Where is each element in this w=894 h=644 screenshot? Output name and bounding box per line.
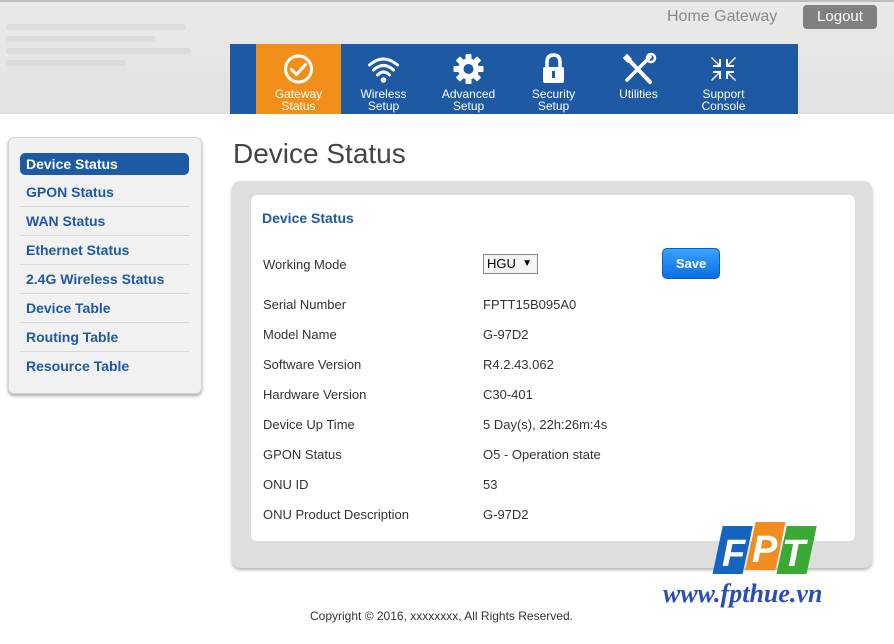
nav-wireless-setup[interactable]: Wireless Setup: [341, 44, 426, 114]
check-circle-icon: [284, 54, 313, 84]
caret-down-icon: ▼: [522, 258, 532, 269]
sidebar-item-ethernet-status[interactable]: Ethernet Status: [20, 236, 189, 265]
device-status-card: Device Status Working Mode HGU ▼ Save Se…: [251, 195, 855, 541]
sidebar-item-wan-status[interactable]: WAN Status: [20, 207, 189, 236]
device-up-time-label: Device Up Time: [263, 417, 355, 432]
gpon-status-label: GPON Status: [263, 447, 342, 462]
gpon-status-value: O5 - Operation state: [483, 447, 601, 462]
nav-label: Setup: [452, 99, 485, 113]
nav-security-setup[interactable]: Security Setup: [511, 44, 596, 114]
page-title: Device Status: [233, 138, 406, 169]
working-mode-label: Working Mode: [263, 257, 347, 272]
compress-arrows-icon: [711, 57, 736, 81]
tools-icon: [622, 52, 657, 84]
sidebar-item-wireless-status[interactable]: 2.4G Wireless Status: [20, 265, 189, 294]
svg-text:P: P: [752, 529, 778, 571]
onu-product-description-label: ONU Product Description: [263, 507, 409, 522]
hardware-version-label: Hardware Version: [263, 387, 367, 402]
nav-utilities[interactable]: Utilities: [596, 44, 681, 114]
serial-number-label: Serial Number: [263, 297, 347, 312]
copyright: Copyright © 2016, xxxxxxxx, All Rights R…: [310, 609, 573, 623]
sidebar-item-routing-table[interactable]: Routing Table: [20, 323, 189, 352]
nav-label: Console: [701, 99, 746, 113]
sidebar-item-device-status[interactable]: Device Status: [20, 153, 189, 175]
content-panel: Device Status Working Mode HGU ▼ Save Se…: [232, 181, 872, 568]
logout-button[interactable]: Logout: [803, 5, 877, 29]
serial-number-value: FPTT15B095A0: [483, 297, 577, 312]
fpt-logo: F P T: [712, 522, 817, 575]
svg-text:T: T: [782, 533, 808, 575]
gear-icon: [453, 54, 484, 84]
nav-advanced-setup[interactable]: Advanced Setup: [426, 44, 511, 114]
onu-product-description-value: G-97D2: [483, 507, 529, 522]
model-name-label: Model Name: [263, 327, 337, 342]
sidebar-item-resource-table[interactable]: Resource Table: [20, 352, 189, 381]
onu-id-label: ONU ID: [263, 477, 309, 492]
model-name-value: G-97D2: [483, 327, 529, 342]
software-version-label: Software Version: [263, 357, 362, 372]
working-mode-value: HGU: [487, 256, 516, 271]
nav-label: Utilities: [619, 87, 658, 101]
nav-support-console[interactable]: Support Console: [681, 44, 766, 114]
sidebar-item-gpon-status[interactable]: GPON Status: [20, 178, 189, 207]
sidebar-item-device-table[interactable]: Device Table: [20, 294, 189, 323]
card-title: Device Status: [262, 210, 354, 226]
save-button[interactable]: Save: [662, 248, 720, 279]
nav-label: Status: [281, 99, 316, 113]
working-mode-select[interactable]: HGU ▼: [483, 254, 538, 274]
sidebar: Device Status GPON Status WAN Status Eth…: [8, 137, 202, 394]
device-up-time-value: 5 Day(s), 22h:26m:4s: [483, 417, 608, 432]
main-nav: Gateway Status Wireless Setup Advanced S…: [230, 44, 798, 114]
wifi-icon: [368, 57, 399, 83]
nav-label: Setup: [367, 99, 400, 113]
onu-id-value: 53: [483, 477, 498, 492]
fpt-url: www.fpthue.vn: [663, 579, 823, 608]
nav-label: Setup: [537, 99, 570, 113]
software-version-value: R4.2.43.062: [483, 357, 554, 372]
nav-gateway-status[interactable]: Gateway Status: [256, 44, 341, 114]
lock-icon: [543, 53, 564, 83]
home-gateway-title: Home Gateway: [667, 8, 778, 25]
svg-text:F: F: [722, 533, 747, 575]
hardware-version-value: C30-401: [483, 387, 533, 402]
blurred-brand-area: [6, 18, 196, 88]
